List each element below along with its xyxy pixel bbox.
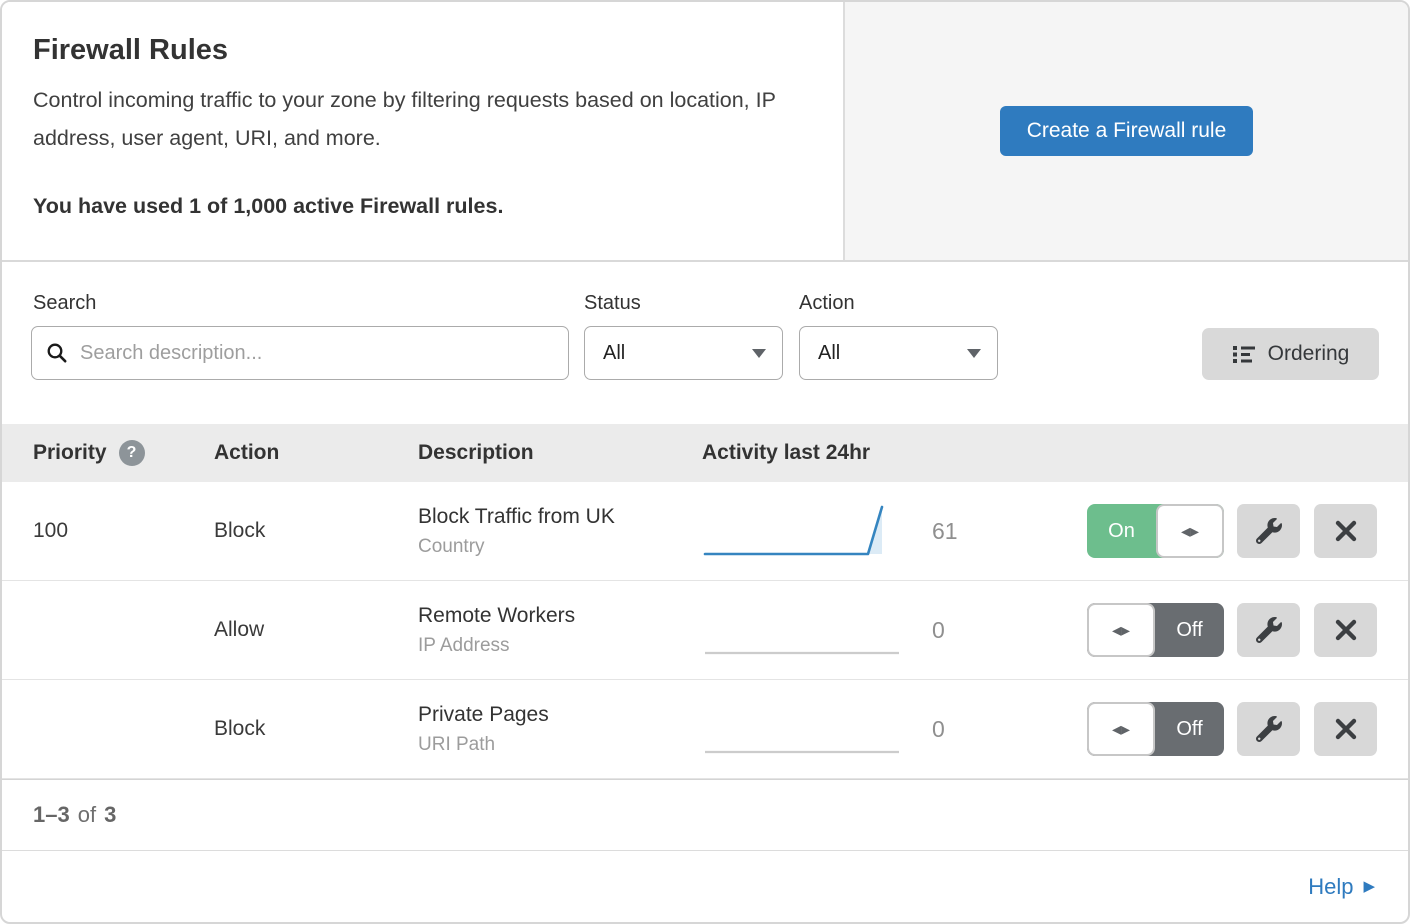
action-label: Action: [799, 292, 855, 315]
help-arrow-icon: ▶: [1363, 879, 1375, 894]
search-input[interactable]: [78, 341, 554, 366]
wrench-icon: [1256, 617, 1282, 643]
close-icon: [1334, 519, 1358, 543]
rule-description: Private Pages: [418, 703, 702, 727]
rule-enabled-toggle[interactable]: ◂▸ Off: [1087, 603, 1224, 657]
wrench-icon: [1256, 716, 1282, 742]
activity-sparkline-chart: [702, 502, 902, 560]
rule-action: Allow: [214, 618, 418, 642]
ordering-button-label: Ordering: [1268, 342, 1350, 366]
activity-count: 0: [932, 716, 945, 743]
table-row: 100 Block Block Traffic from UK Country …: [2, 482, 1408, 581]
filter-bar: Search Status All Action All: [2, 262, 1408, 424]
close-icon: [1334, 618, 1358, 642]
page-description: Control incoming traffic to your zone by…: [33, 81, 798, 157]
search-box[interactable]: [31, 326, 569, 380]
help-question-icon[interactable]: ?: [119, 440, 145, 466]
rule-description-cell: Remote Workers IP Address: [418, 604, 702, 657]
usage-summary: You have used 1 of 1,000 active Firewall…: [33, 194, 811, 219]
edit-rule-button[interactable]: [1237, 504, 1300, 558]
activity-sparkline-chart: [702, 700, 902, 758]
pagination-total: 3: [104, 802, 116, 828]
search-label: Search: [33, 292, 96, 315]
rule-action: Block: [214, 717, 418, 741]
pagination-of-label: of: [78, 802, 96, 828]
toggle-knob-arrows-icon[interactable]: ◂▸: [1156, 504, 1224, 558]
rule-description-cell: Block Traffic from UK Country: [418, 505, 702, 558]
create-firewall-rule-button[interactable]: Create a Firewall rule: [1000, 106, 1254, 156]
toggle-knob-arrows-icon[interactable]: ◂▸: [1087, 603, 1155, 657]
wrench-icon: [1256, 518, 1282, 544]
column-action: Action: [214, 441, 418, 465]
table-header-row: Priority ? Action Description Activity l…: [2, 424, 1408, 482]
column-priority: Priority ?: [33, 440, 214, 466]
activity-cell: 61: [702, 502, 1087, 560]
rule-match-type: URI Path: [418, 734, 702, 756]
toggle-knob-arrows-icon[interactable]: ◂▸: [1087, 702, 1155, 756]
delete-rule-button[interactable]: [1314, 702, 1377, 756]
rule-description: Block Traffic from UK: [418, 505, 702, 529]
rule-enabled-toggle[interactable]: ◂▸ Off: [1087, 702, 1224, 756]
rule-description: Remote Workers: [418, 604, 702, 628]
status-label: Status: [584, 292, 641, 315]
search-icon: [46, 342, 68, 364]
delete-rule-button[interactable]: [1314, 603, 1377, 657]
help-link-label: Help: [1308, 874, 1353, 900]
header-card: Firewall Rules Control incoming traffic …: [2, 2, 845, 260]
table-row: Allow Remote Workers IP Address 0 ◂▸ Off: [2, 581, 1408, 680]
rule-priority: 100: [33, 519, 214, 543]
toggle-on-label: On: [1087, 504, 1156, 558]
status-selected-value: All: [603, 342, 625, 365]
action-selected-value: All: [818, 342, 840, 365]
chevron-down-icon: [752, 349, 766, 358]
toggle-off-label: Off: [1155, 702, 1224, 756]
toggle-cell: On ◂▸: [1087, 504, 1237, 558]
pagination-range: 1–3: [33, 802, 70, 828]
ordering-button[interactable]: Ordering: [1202, 328, 1379, 380]
table-row: Block Private Pages URI Path 0 ◂▸ Off: [2, 680, 1408, 779]
toggle-cell: ◂▸ Off: [1087, 603, 1237, 657]
rule-match-type: Country: [418, 536, 702, 558]
firewall-rules-panel: Firewall Rules Control incoming traffic …: [0, 0, 1410, 924]
status-select[interactable]: All: [584, 326, 783, 380]
toggle-off-label: Off: [1155, 603, 1224, 657]
activity-count: 61: [932, 518, 958, 545]
rule-description-cell: Private Pages URI Path: [418, 703, 702, 756]
column-description: Description: [418, 441, 702, 465]
activity-cell: 0: [702, 601, 1087, 659]
rule-action: Block: [214, 519, 418, 543]
ordering-list-icon: [1232, 342, 1256, 366]
activity-count: 0: [932, 617, 945, 644]
rule-enabled-toggle[interactable]: On ◂▸: [1087, 504, 1224, 558]
edit-rule-button[interactable]: [1237, 603, 1300, 657]
help-link[interactable]: Help ▶: [1308, 874, 1375, 900]
help-bar: Help ▶: [2, 850, 1408, 922]
delete-rule-button[interactable]: [1314, 504, 1377, 558]
action-select[interactable]: All: [799, 326, 998, 380]
toggle-cell: ◂▸ Off: [1087, 702, 1237, 756]
close-icon: [1334, 717, 1358, 741]
pagination-bar: 1–3 of 3: [2, 779, 1408, 850]
header-section: Firewall Rules Control incoming traffic …: [2, 2, 1408, 262]
activity-cell: 0: [702, 700, 1087, 758]
activity-sparkline-chart: [702, 601, 902, 659]
column-activity: Activity last 24hr: [702, 441, 1087, 465]
page-title: Firewall Rules: [33, 34, 811, 67]
priority-header-label: Priority: [33, 441, 107, 465]
edit-rule-button[interactable]: [1237, 702, 1300, 756]
rule-match-type: IP Address: [418, 635, 702, 657]
header-action-area: Create a Firewall rule: [845, 2, 1408, 260]
chevron-down-icon: [967, 349, 981, 358]
